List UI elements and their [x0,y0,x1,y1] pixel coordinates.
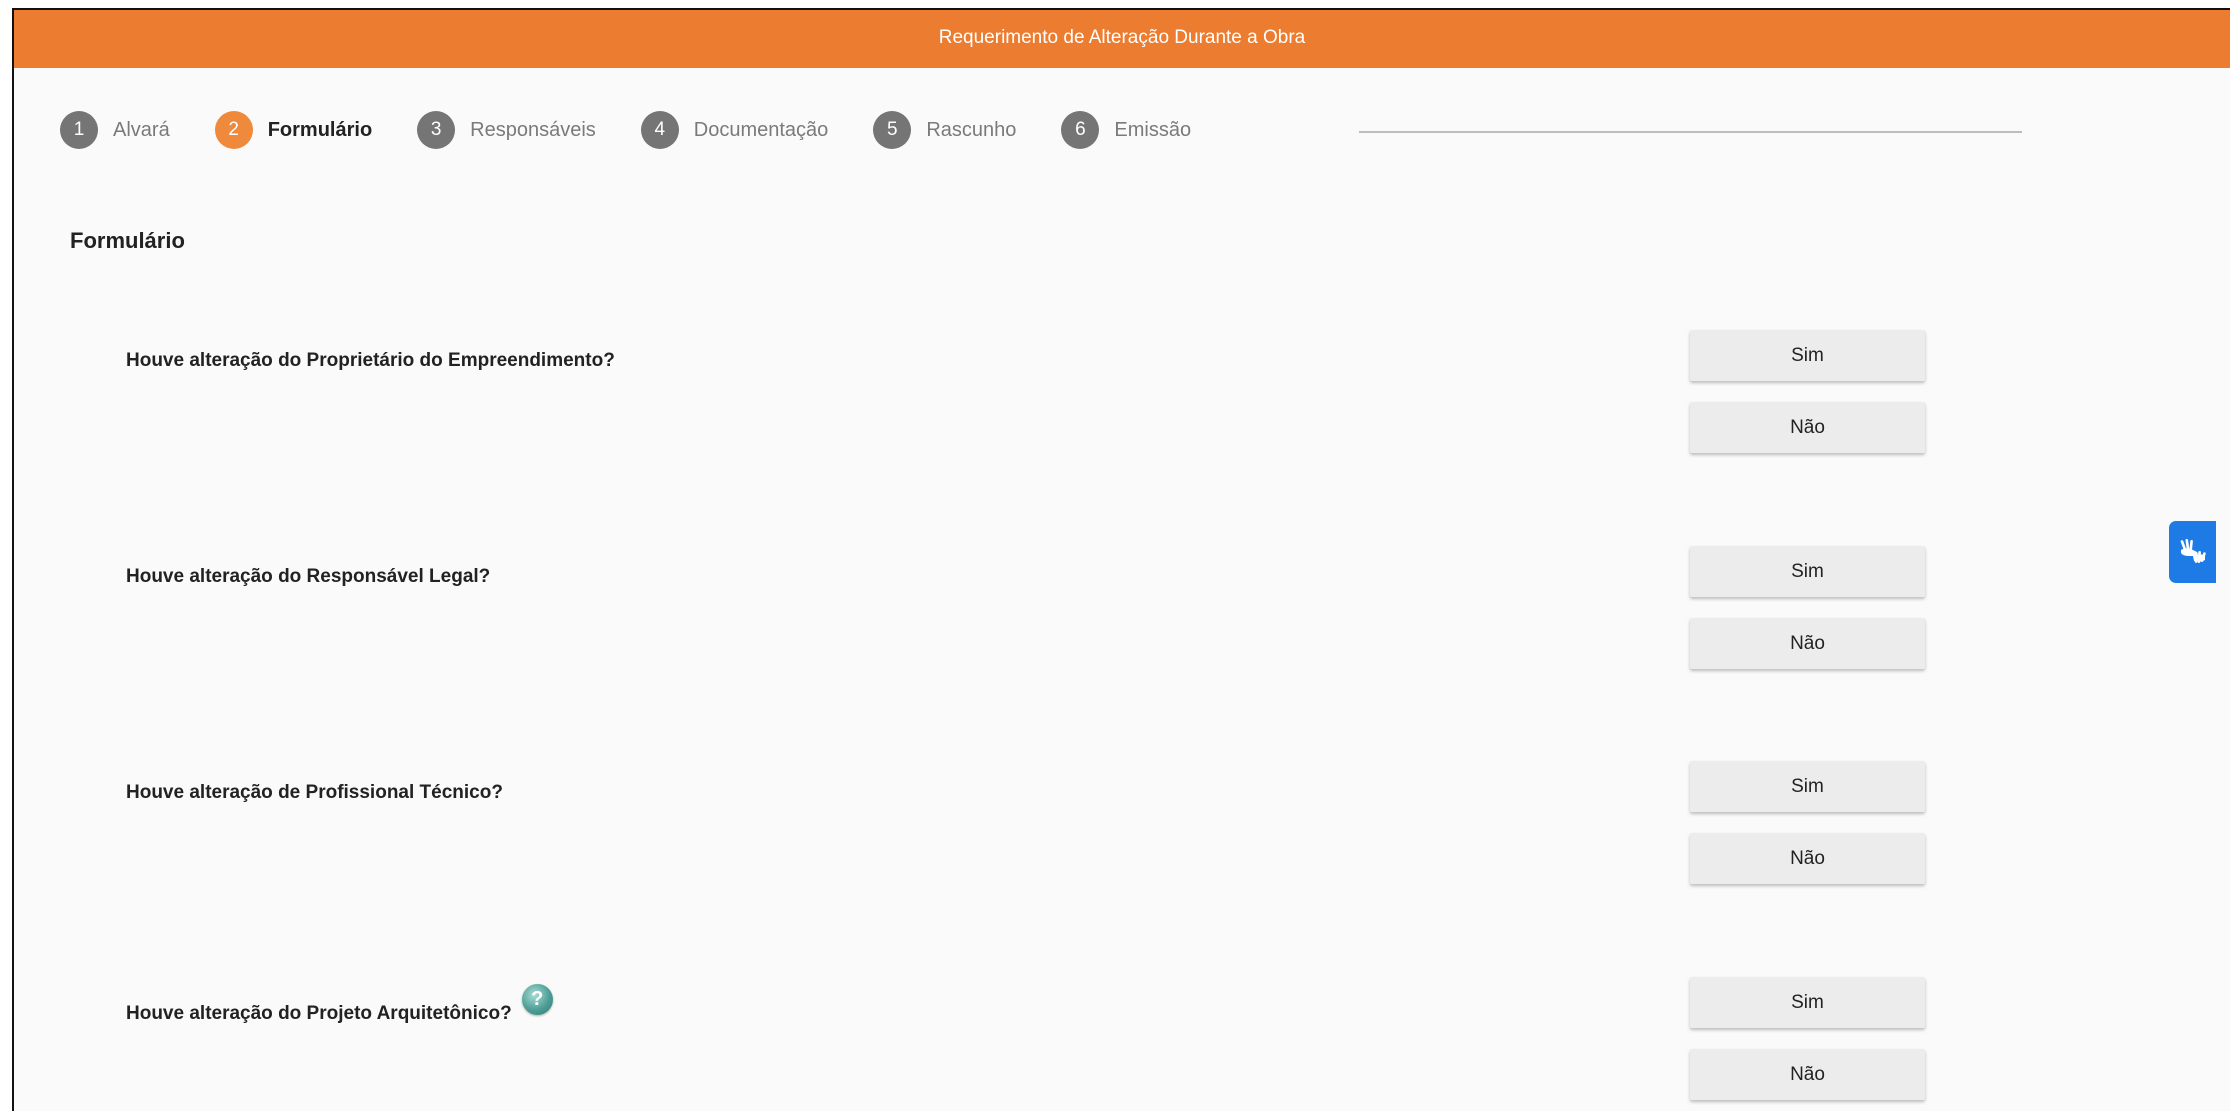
question-text: Houve alteração do Responsável Legal? [126,566,491,587]
step-alvara[interactable]: 1 Alvará [60,111,170,149]
step-label: Emissão [1114,118,1192,141]
wizard-stepper: 1 Alvará 2 Formulário 3 Responsáveis 4 D… [60,109,1236,151]
question-profissional-tecnico: Houve alteração de Profissional Técnico? [126,782,503,804]
question-text: Houve alteração do Proprietário do Empre… [126,350,615,371]
accessibility-button[interactable] [2169,521,2216,583]
step-number: 5 [873,111,912,149]
stepper-connector-line [1359,131,2022,133]
question-responsavel-legal: Houve alteração do Responsável Legal? [126,566,490,588]
step-label: Alvará [113,118,170,141]
no-button-profissional-tecnico[interactable]: Não [1690,833,1925,884]
step-documentacao[interactable]: 4 Documentação [640,111,829,149]
step-number: 6 [1061,111,1100,149]
no-button-responsavel-legal[interactable]: Não [1690,618,1925,669]
step-number: 4 [640,111,679,149]
step-formulario[interactable]: 2 Formulário [214,111,373,149]
no-button-projeto-arquitetonico[interactable]: Não [1690,1049,1925,1100]
yes-button-proprietario[interactable]: Sim [1690,330,1925,381]
yes-button-profissional-tecnico[interactable]: Sim [1690,761,1925,812]
question-help-icon[interactable]: ? [521,984,553,1015]
page-header: Requerimento de Alteração Durante a Obra [14,10,2230,68]
step-emissao[interactable]: 6 Emissão [1061,111,1191,149]
step-rascunho[interactable]: 5 Rascunho [873,111,1016,149]
section-title: Formulário [70,228,185,253]
question-proprietario: Houve alteração do Proprietário do Empre… [126,350,615,372]
question-text: Houve alteração do Projeto Arquitetônico… [126,1002,512,1024]
question-projeto-arquitetonico: Houve alteração do Projeto Arquitetônico… [126,984,553,1029]
yes-button-responsavel-legal[interactable]: Sim [1690,546,1925,597]
question-text: Houve alteração de Profissional Técnico? [126,782,503,803]
page-header-title: Requerimento de Alteração Durante a Obra [938,27,1306,48]
yes-button-projeto-arquitetonico[interactable]: Sim [1690,977,1925,1028]
app-window: Requerimento de Alteração Durante a Obra… [12,8,2230,1111]
step-label: Formulário [267,118,373,141]
step-number: 2 [214,111,253,149]
step-label: Responsáveis [470,118,596,141]
step-number: 3 [417,111,456,149]
step-label: Documentação [693,118,829,141]
step-label: Rascunho [926,118,1017,141]
no-button-proprietario[interactable]: Não [1690,402,1925,453]
step-number: 1 [60,111,98,149]
sign-language-hands-icon [2180,538,2206,564]
step-responsaveis[interactable]: 3 Responsáveis [417,111,596,149]
